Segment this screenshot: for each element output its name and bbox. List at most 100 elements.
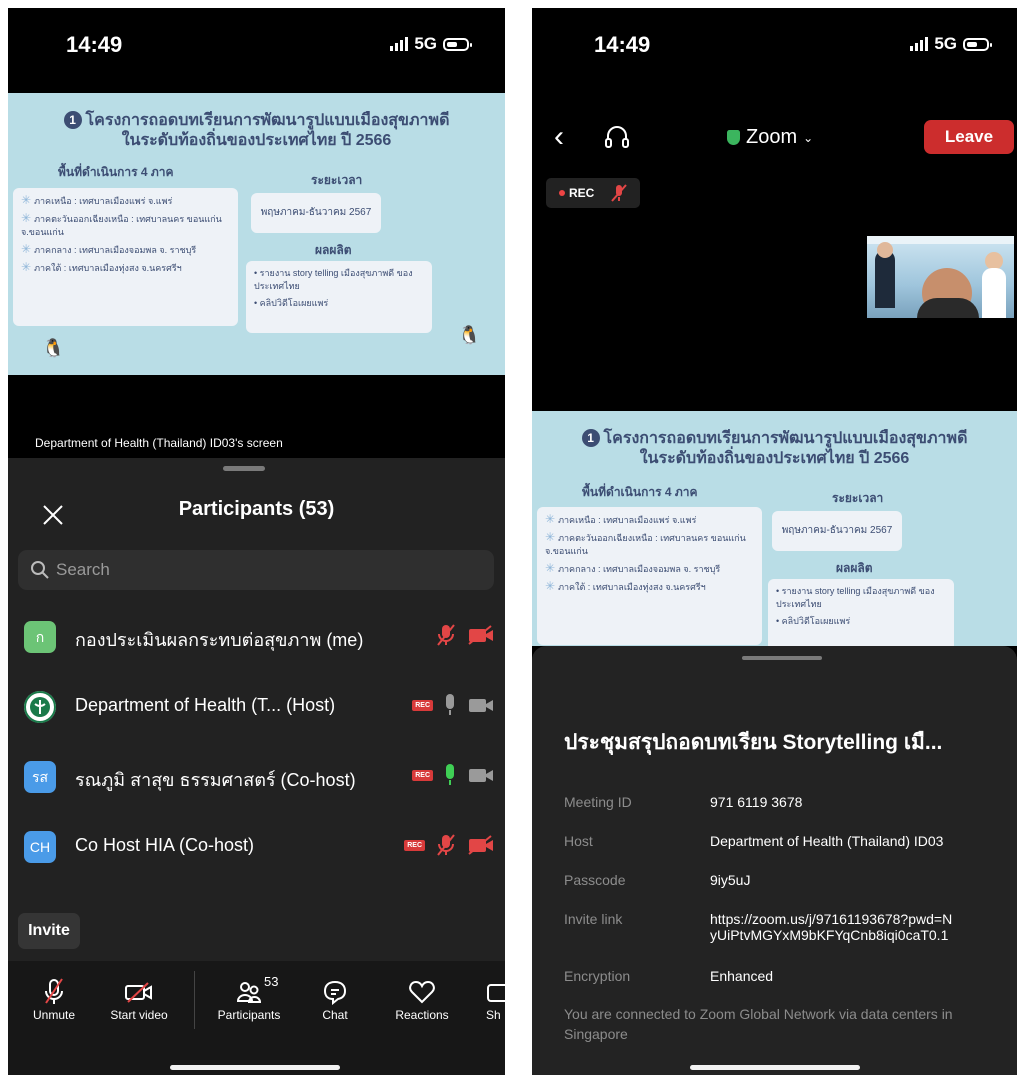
network-type: 5G (934, 34, 957, 53)
area-item: ✳ ภาคใต้ : เทศบาลเมืองทุ่งสง จ.นครศรีฯ (545, 579, 706, 593)
participant-name: กองประเมินผลกระทบต่อสุขภาพ (me) (75, 630, 364, 650)
avatar: รส (24, 761, 56, 793)
output-item: • รายงาน story telling เมืองสุขภาพดี ของ… (776, 586, 935, 609)
host-value: Department of Health (Thailand) ID03 (710, 833, 944, 849)
meeting-title-dropdown[interactable]: Zoom ⌄ (727, 126, 813, 149)
rec-badge: REC (412, 769, 433, 781)
area-item: ✳ ภาคตะวันออกเฉียงเหนือ : เทศบาลนคร ขอนแก… (21, 211, 222, 238)
output-heading: ผลผลิต (836, 561, 873, 575)
share-caption: Department of Health (Thailand) ID03's s… (35, 436, 283, 450)
share-icon (487, 984, 505, 1002)
sheet-grabber[interactable] (223, 466, 265, 471)
network-note: You are connected to Zoom Global Network… (564, 1006, 953, 1042)
shared-slide: 1 โครงการถอดบทเรียนการพัฒนารูปแบบเมืองสุข… (8, 93, 505, 375)
period-heading: ระยะเวลา (832, 491, 884, 505)
rec-label: REC (569, 186, 595, 200)
encryption-value: Enhanced (710, 968, 774, 984)
output-heading: ผลผลิต (315, 243, 352, 257)
chevron-down-icon: ⌄ (803, 130, 814, 145)
sheet-grabber[interactable] (742, 656, 822, 660)
participants-sheet: Participants (53) Search ก กองประเมินผลก… (8, 458, 505, 1075)
invite-link-line1: https://zoom.us/j/97161193678?pwd=N (710, 911, 953, 927)
slide-title: 1 โครงการถอดบทเรียนการพัฒนารูปแบบเมืองสุข… (532, 429, 1017, 469)
area-item: ✳ ภาคเหนือ : เทศบาลเมืองแพร่ จ.แพร่ (21, 193, 173, 207)
signal-icon (390, 37, 409, 51)
participant-video-thumbnail[interactable] (867, 236, 1014, 318)
chat-icon (323, 980, 347, 1005)
penguin-icon: 🐧 (42, 338, 65, 358)
reactions-label: Reactions (395, 1008, 449, 1022)
mic-muted-icon (437, 624, 455, 646)
headphones-icon[interactable] (602, 122, 632, 152)
status-bar: 14:49 5G (532, 8, 1017, 88)
areas-heading: พื้นที่ดำเนินการ 4 ภาค (58, 165, 174, 179)
area-item: ✳ ภาคตะวันออกเฉียงเหนือ : เทศบาลนคร ขอนแก… (545, 530, 746, 557)
period-box: พฤษภาคม-ธันวาคม 2567 (772, 511, 902, 551)
recording-indicator: REC (546, 178, 640, 208)
avatar: CH (24, 831, 56, 863)
participants-icon (236, 982, 262, 1003)
meeting-id-label: Meeting ID (564, 794, 632, 810)
period-heading: ระยะเวลา (311, 173, 363, 187)
status-bar: 14:49 5G (8, 8, 505, 88)
participant-row[interactable]: รส รณภูมิ สาสุข ธรรมศาสตร์ (Co-host) REC (8, 743, 505, 813)
reactions-button[interactable]: Reactions (388, 976, 456, 1022)
encryption-label: Encryption (564, 968, 631, 984)
back-chevron-icon[interactable]: ‹ (554, 120, 564, 154)
slide-title: 1 โครงการถอดบทเรียนการพัฒนารูปแบบเมืองสุข… (8, 111, 505, 151)
avatar (24, 691, 56, 723)
meeting-title: ประชุมสรุปถอดบทเรียน Storytelling เมื... (564, 731, 943, 754)
search-input[interactable]: Search (18, 550, 494, 590)
unmute-button[interactable]: Unmute (28, 976, 80, 1022)
meeting-id-value[interactable]: 971 6119 3678 (710, 794, 802, 810)
department-logo-icon (24, 691, 56, 723)
participant-row[interactable]: CH Co Host HIA (Co-host) REC (8, 813, 505, 883)
status-time: 14:49 (66, 32, 123, 57)
output-box: • รายงาน story telling เมืองสุขภาพดี ของ… (246, 261, 432, 333)
leave-button[interactable]: Leave (924, 120, 1014, 154)
participant-row[interactable]: ก กองประเมินผลกระทบต่อสุขภาพ (me) (8, 603, 505, 673)
chat-button[interactable]: Chat (313, 976, 357, 1022)
video-off-icon (125, 982, 152, 1003)
snowflake-icon: ✳ (545, 512, 556, 526)
search-placeholder: Search (56, 560, 110, 579)
participants-button[interactable]: 53 Participants (208, 974, 290, 1022)
snowflake-icon: ✳ (21, 260, 32, 274)
invite-link-value[interactable]: https://zoom.us/j/97161193678?pwd=N yUiP… (710, 911, 952, 943)
video-off-icon (468, 835, 493, 855)
app-title: Zoom (746, 126, 798, 148)
area-item: ✳ ภาคกลาง : เทศบาลเมืองจอมพล จ. ราชบุรี (21, 242, 197, 256)
participants-phone-screen: 14:49 5G 1 โครงการถอดบทเรียนการพัฒนารูปแบ… (8, 8, 505, 1075)
share-button[interactable]: Sh (486, 976, 505, 1022)
areas-heading: พื้นที่ดำเนินการ 4 ภาค (582, 485, 698, 499)
mic-muted-icon (611, 184, 627, 202)
invite-button[interactable]: Invite (18, 913, 80, 949)
snowflake-icon: ✳ (545, 530, 556, 544)
start-video-label: Start video (110, 1008, 168, 1022)
status-time: 14:49 (594, 32, 651, 57)
participant-row[interactable]: Department of Health (T... (Host) REC (8, 673, 505, 743)
video-icon (469, 699, 493, 712)
chat-label: Chat (322, 1008, 348, 1022)
areas-box: ✳ ภาคเหนือ : เทศบาลเมืองแพร่ จ.แพร่ ✳ ภาคต… (13, 188, 238, 326)
meeting-info-sheet: ประชุมสรุปถอดบทเรียน Storytelling เมื...… (532, 646, 1017, 1075)
slide-number: 1 (581, 429, 600, 447)
participant-name: รณภูมิ สาสุข ธรรมศาสตร์ (Co-host) (75, 770, 356, 790)
meeting-info-phone-screen: 14:49 5G ‹ Zoom ⌄ Leave REC 1 โครงการถอด… (532, 8, 1017, 1075)
passcode-label: Passcode (564, 872, 626, 888)
passcode-value[interactable]: 9iy5uJ (710, 872, 750, 888)
output-item: • รายงาน story telling เมืองสุขภาพดี ของ… (254, 268, 413, 291)
output-item: • คลิปวิดีโอเผยแพร่ (776, 616, 851, 626)
meeting-toolbar: Unmute Start video 53 Participants Chat … (8, 961, 505, 1075)
start-video-button[interactable]: Start video (103, 976, 175, 1022)
meeting-top-bar: ‹ Zoom ⌄ Leave (532, 108, 1017, 168)
heart-icon (409, 980, 435, 1004)
output-box: • รายงาน story telling เมืองสุขภาพดี ของ… (768, 579, 954, 646)
snowflake-icon: ✳ (21, 242, 32, 256)
snowflake-icon: ✳ (21, 193, 32, 207)
slide-title-line2: ในระดับท้องถิ่นของประเทศไทย ปี 2566 (121, 132, 392, 149)
slide-title-line1: โครงการถอดบทเรียนการพัฒนารูปแบบเมืองสุขภ… (85, 112, 450, 129)
output-item: • คลิปวิดีโอเผยแพร่ (254, 298, 329, 308)
battery-icon (443, 37, 472, 51)
area-item: ✳ ภาคใต้ : เทศบาลเมืองทุ่งสง จ.นครศรีฯ (21, 260, 182, 274)
